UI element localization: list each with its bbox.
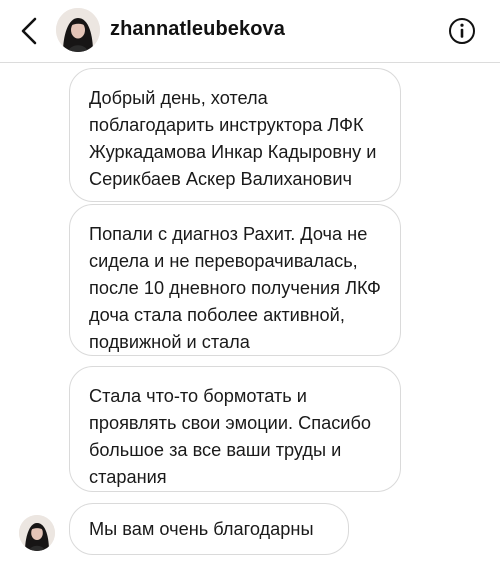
message-bubble: Добрый день, хотела поблагодарить инстру… — [69, 68, 401, 202]
message-line: Серикбаев Аскер Валиханович — [89, 169, 352, 189]
message-line: сидела и не переворачивалась, — [89, 251, 358, 271]
message-line: поблагодарить инструктора ЛФК — [89, 115, 364, 135]
message-line: подвижной и стала — [89, 332, 250, 352]
message-line: после 10 дневного получения ЛКФ — [89, 278, 381, 298]
message-line: доча стала поболее активной, — [89, 305, 345, 325]
message-line: Журкадамова Инкар Кадыровну и — [89, 142, 377, 162]
message-line: большое за все ваши труды и — [89, 440, 342, 460]
message-bubble: Мы вам очень благодарны — [69, 503, 349, 555]
message-line: Стала что-то бормотать и — [89, 386, 307, 406]
message-bubble: Попали с диагноз Рахит. Доча не сидела и… — [69, 204, 401, 356]
message-line: старания — [89, 467, 167, 487]
chat-header: zhannatleubekova — [0, 0, 500, 63]
info-icon — [449, 18, 475, 44]
info-button[interactable] — [448, 17, 476, 45]
chevron-left-icon — [21, 17, 37, 45]
avatar[interactable] — [56, 8, 100, 52]
profile-photo-icon — [56, 8, 100, 52]
message-line: Попали с диагноз Рахит. Доча не — [89, 224, 368, 244]
message-line: проявлять свои эмоции. Спасибо — [89, 413, 371, 433]
profile-photo-icon — [19, 515, 55, 551]
sender-avatar[interactable] — [19, 515, 55, 551]
message-line: Добрый день, хотела — [89, 88, 268, 108]
message-thread: Добрый день, хотела поблагодарить инстру… — [0, 62, 500, 568]
chat-username[interactable]: zhannatleubekova — [110, 18, 285, 41]
message-bubble: Стала что-то бормотать и проявлять свои … — [69, 366, 401, 492]
message-line: Мы вам очень благодарны — [89, 519, 314, 539]
back-button[interactable] — [16, 16, 42, 46]
